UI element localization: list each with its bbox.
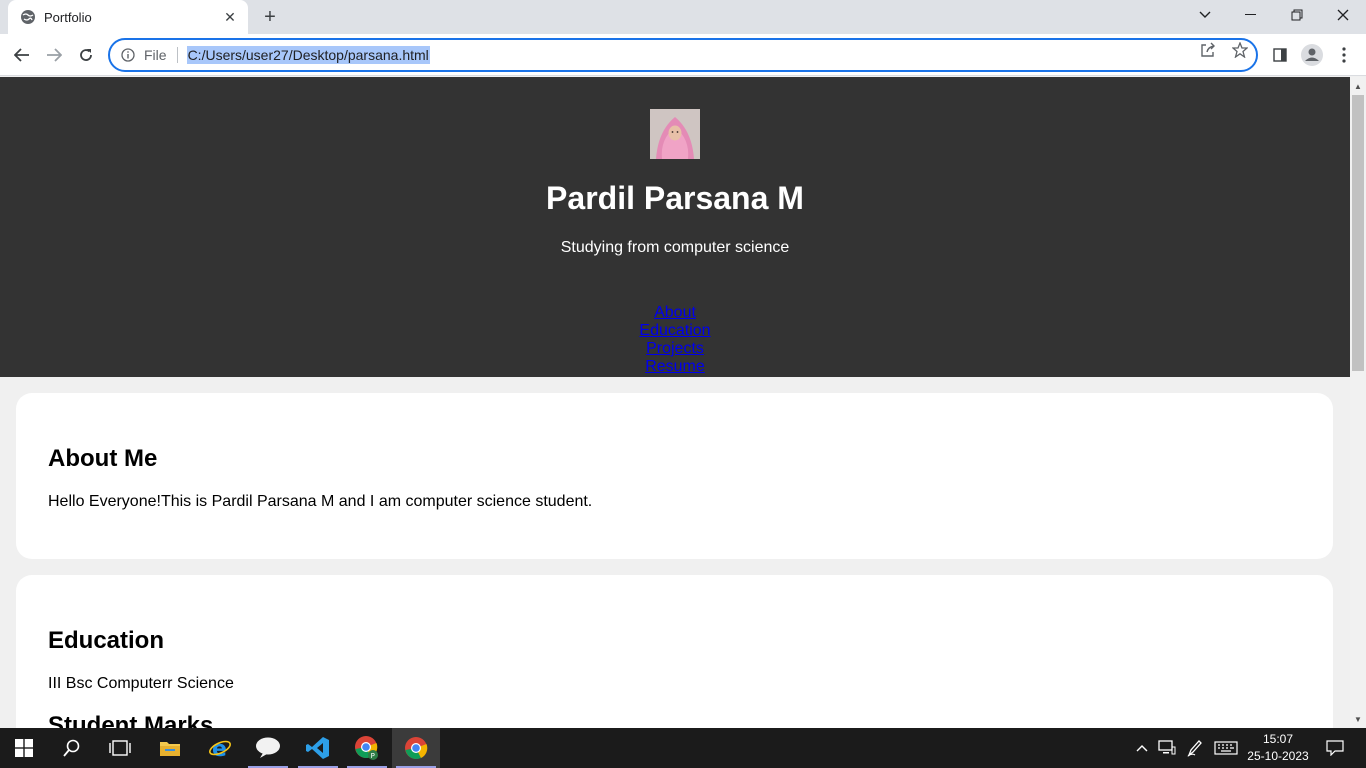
globe-icon (20, 9, 36, 25)
internet-explorer-icon[interactable]: e (196, 728, 244, 768)
keyboard-icon[interactable] (1212, 728, 1240, 768)
restore-button[interactable] (1274, 0, 1320, 30)
chat-icon[interactable] (244, 728, 292, 768)
divider (176, 47, 178, 63)
chrome-icon[interactable] (392, 728, 440, 768)
education-text: III Bsc Computerr Science (48, 675, 234, 692)
hero-header: Pardil Parsana M Studying from computer … (0, 77, 1350, 377)
tab-search-icon[interactable] (1182, 0, 1228, 30)
close-icon[interactable]: ✕ (222, 9, 238, 25)
clock-time: 15:07 (1262, 732, 1294, 746)
clock-date: 25-10-2023 (1247, 749, 1309, 763)
new-tab-button[interactable]: + (258, 6, 282, 28)
menu-kebab-icon[interactable] (1332, 43, 1356, 67)
reload-button[interactable] (72, 41, 100, 69)
info-icon[interactable] (120, 47, 136, 63)
education-heading: Education (48, 627, 165, 654)
tab-portfolio[interactable]: Portfolio ✕ (8, 0, 248, 34)
back-button[interactable] (8, 41, 36, 69)
about-heading: About Me (48, 445, 158, 472)
about-section: About Me Hello Everyone!This is Pardil P… (16, 393, 1333, 559)
student-marks-heading: Student Marks (48, 712, 214, 728)
page-viewport: Pardil Parsana M Studying from computer … (0, 77, 1350, 728)
svg-text:e: e (212, 737, 227, 760)
show-hidden-icons-icon[interactable] (1132, 728, 1152, 768)
pen-icon[interactable] (1184, 728, 1206, 768)
system-clock[interactable]: 15:07 25-10-2023 (1240, 731, 1316, 765)
vscode-icon[interactable] (294, 728, 342, 768)
url-text[interactable]: C:/Users/user27/Desktop/parsana.html (186, 46, 430, 64)
scroll-down-arrow-icon[interactable]: ▼ (1350, 712, 1366, 726)
education-section: Education III Bsc Computerr Science Stud… (16, 575, 1333, 728)
nav-link-education[interactable]: Education (0, 322, 1350, 340)
about-text: Hello Everyone!This is Pardil Parsana M … (48, 493, 593, 510)
task-view-icon[interactable] (96, 728, 144, 768)
windows-taskbar: e P 15:07 25-10-2023 (0, 728, 1366, 768)
close-window-button[interactable] (1320, 0, 1366, 30)
bookmark-star-icon[interactable] (1230, 40, 1250, 60)
network-icon[interactable] (1156, 728, 1178, 768)
share-icon[interactable] (1198, 40, 1218, 60)
scroll-up-arrow-icon[interactable]: ▲ (1350, 79, 1366, 93)
nav-link-projects[interactable]: Projects (0, 340, 1350, 358)
file-explorer-icon[interactable] (146, 728, 194, 768)
profile-avatar-icon[interactable] (1300, 43, 1324, 67)
profile-photo (650, 109, 700, 159)
tab-title: Portfolio (44, 9, 92, 25)
tab-strip: Portfolio ✕ + (0, 0, 1366, 34)
scroll-thumb[interactable] (1352, 95, 1364, 371)
hero-subtitle: Studying from computer science (560, 239, 790, 256)
browser-toolbar: File C:/Users/user27/Desktop/parsana.htm… (0, 34, 1366, 76)
scheme-label: File (144, 47, 167, 63)
forward-button[interactable] (40, 41, 68, 69)
address-bar[interactable]: File C:/Users/user27/Desktop/parsana.htm… (108, 38, 1258, 72)
page-scrollbar[interactable]: ▲ ▼ (1350, 77, 1366, 728)
page-title: Pardil Parsana M (546, 180, 804, 216)
start-button[interactable] (0, 728, 48, 768)
chrome-profile-icon[interactable]: P (343, 728, 391, 768)
minimize-button[interactable] (1228, 0, 1274, 30)
notification-icon[interactable] (1320, 728, 1350, 768)
side-panel-icon[interactable] (1268, 43, 1292, 67)
search-icon[interactable] (48, 728, 96, 768)
main-nav: About Education Projects Resume (0, 304, 1350, 376)
nav-link-about[interactable]: About (0, 304, 1350, 322)
nav-link-resume[interactable]: Resume (0, 358, 1350, 376)
svg-text:P: P (371, 752, 375, 760)
